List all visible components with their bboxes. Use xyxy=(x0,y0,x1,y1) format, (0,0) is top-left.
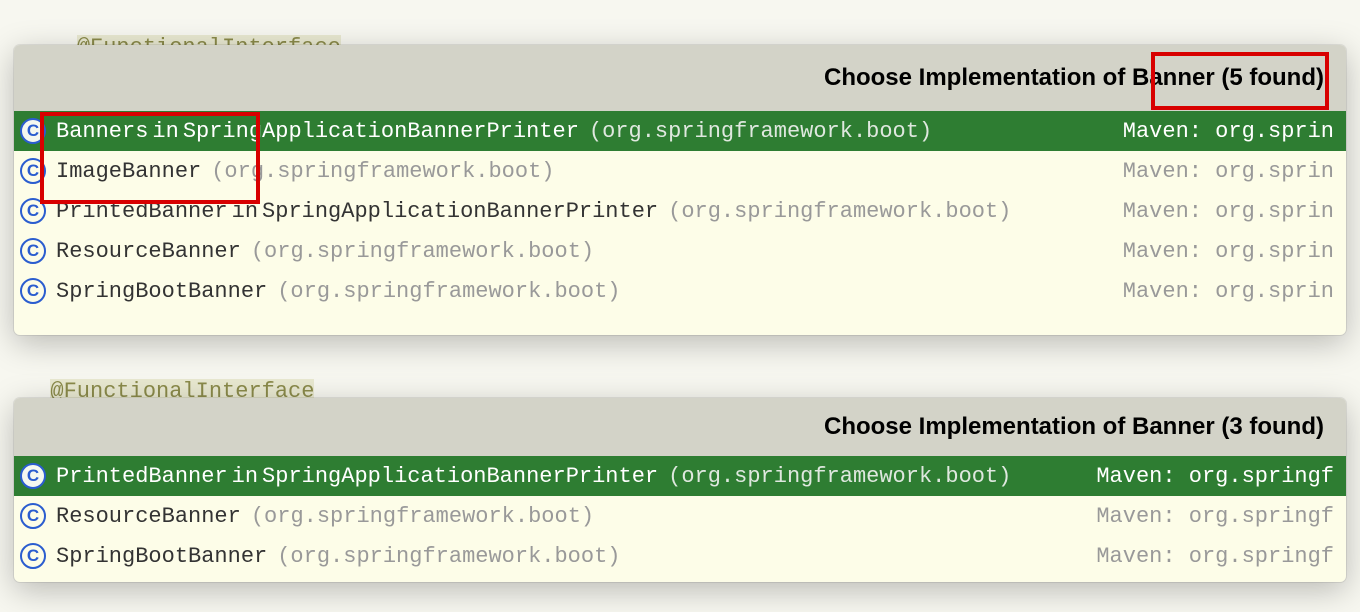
class-name: SpringBootBanner xyxy=(56,279,267,304)
class-icon: C xyxy=(20,543,46,569)
class-icon: C xyxy=(20,198,46,224)
class-icon: C xyxy=(20,238,46,264)
list-item[interactable]: C ResourceBanner (org.springframework.bo… xyxy=(14,231,1346,271)
class-icon: C xyxy=(20,463,46,489)
context-class: SpringApplicationBannerPrinter xyxy=(262,199,658,224)
package-name: (org.springframework.boot) xyxy=(211,159,554,184)
class-name: Banners xyxy=(56,119,148,144)
source-label: Maven: org.springf xyxy=(1096,544,1334,569)
package-name: (org.springframework.boot) xyxy=(251,239,594,264)
implementations-list: C PrintedBanner in SpringApplicationBann… xyxy=(14,456,1346,576)
list-item[interactable]: C ImageBanner (org.springframework.boot)… xyxy=(14,151,1346,191)
class-name: SpringBootBanner xyxy=(56,544,267,569)
source-label: Maven: org.sprin xyxy=(1123,119,1334,144)
list-item[interactable]: C PrintedBanner in SpringApplicationBann… xyxy=(14,191,1346,231)
class-name: ResourceBanner xyxy=(56,504,241,529)
package-name: (org.springframework.boot) xyxy=(668,199,1011,224)
context-class: SpringApplicationBannerPrinter xyxy=(262,464,658,489)
list-item[interactable]: C ResourceBanner (org.springframework.bo… xyxy=(14,496,1346,536)
code-line-method: void printBanner(Environment environment… xyxy=(0,588,1360,612)
popup-title: Choose Implementation of Banner (3 found… xyxy=(14,398,1346,456)
in-separator: in xyxy=(232,464,258,489)
class-icon: C xyxy=(20,503,46,529)
source-label: Maven: org.sprin xyxy=(1123,239,1334,264)
context-class: SpringApplicationBannerPrinter xyxy=(183,119,579,144)
source-label: Maven: org.sprin xyxy=(1123,199,1334,224)
in-separator: in xyxy=(152,119,178,144)
package-name: (org.springframework.boot) xyxy=(668,464,1011,489)
class-icon: C xyxy=(20,158,46,184)
class-name: PrintedBanner xyxy=(56,199,228,224)
source-label: Maven: org.springf xyxy=(1096,464,1334,489)
package-name: (org.springframework.boot) xyxy=(589,119,932,144)
package-name: (org.springframework.boot) xyxy=(277,279,620,304)
list-item[interactable]: C Banners in SpringApplicationBannerPrin… xyxy=(14,111,1346,151)
package-name: (org.springframework.boot) xyxy=(251,504,594,529)
class-name: ImageBanner xyxy=(56,159,201,184)
class-icon: C xyxy=(20,278,46,304)
in-separator: in xyxy=(232,199,258,224)
list-item[interactable]: C SpringBootBanner (org.springframework.… xyxy=(14,271,1346,311)
source-label: Maven: org.springf xyxy=(1096,504,1334,529)
list-item[interactable]: C SpringBootBanner (org.springframework.… xyxy=(14,536,1346,576)
source-label: Maven: org.sprin xyxy=(1123,279,1334,304)
class-name: ResourceBanner xyxy=(56,239,241,264)
source-label: Maven: org.sprin xyxy=(1123,159,1334,184)
class-icon: C xyxy=(20,118,46,144)
implementations-list: C Banners in SpringApplicationBannerPrin… xyxy=(14,111,1346,311)
implementations-popup-2: Choose Implementation of Banner (3 found… xyxy=(14,398,1346,582)
implementations-popup-1: Choose Implementation of Banner (5 found… xyxy=(14,45,1346,335)
package-name: (org.springframework.boot) xyxy=(277,544,620,569)
popup-title: Choose Implementation of Banner (5 found… xyxy=(14,45,1346,111)
class-name: PrintedBanner xyxy=(56,464,228,489)
list-item[interactable]: C PrintedBanner in SpringApplicationBann… xyxy=(14,456,1346,496)
